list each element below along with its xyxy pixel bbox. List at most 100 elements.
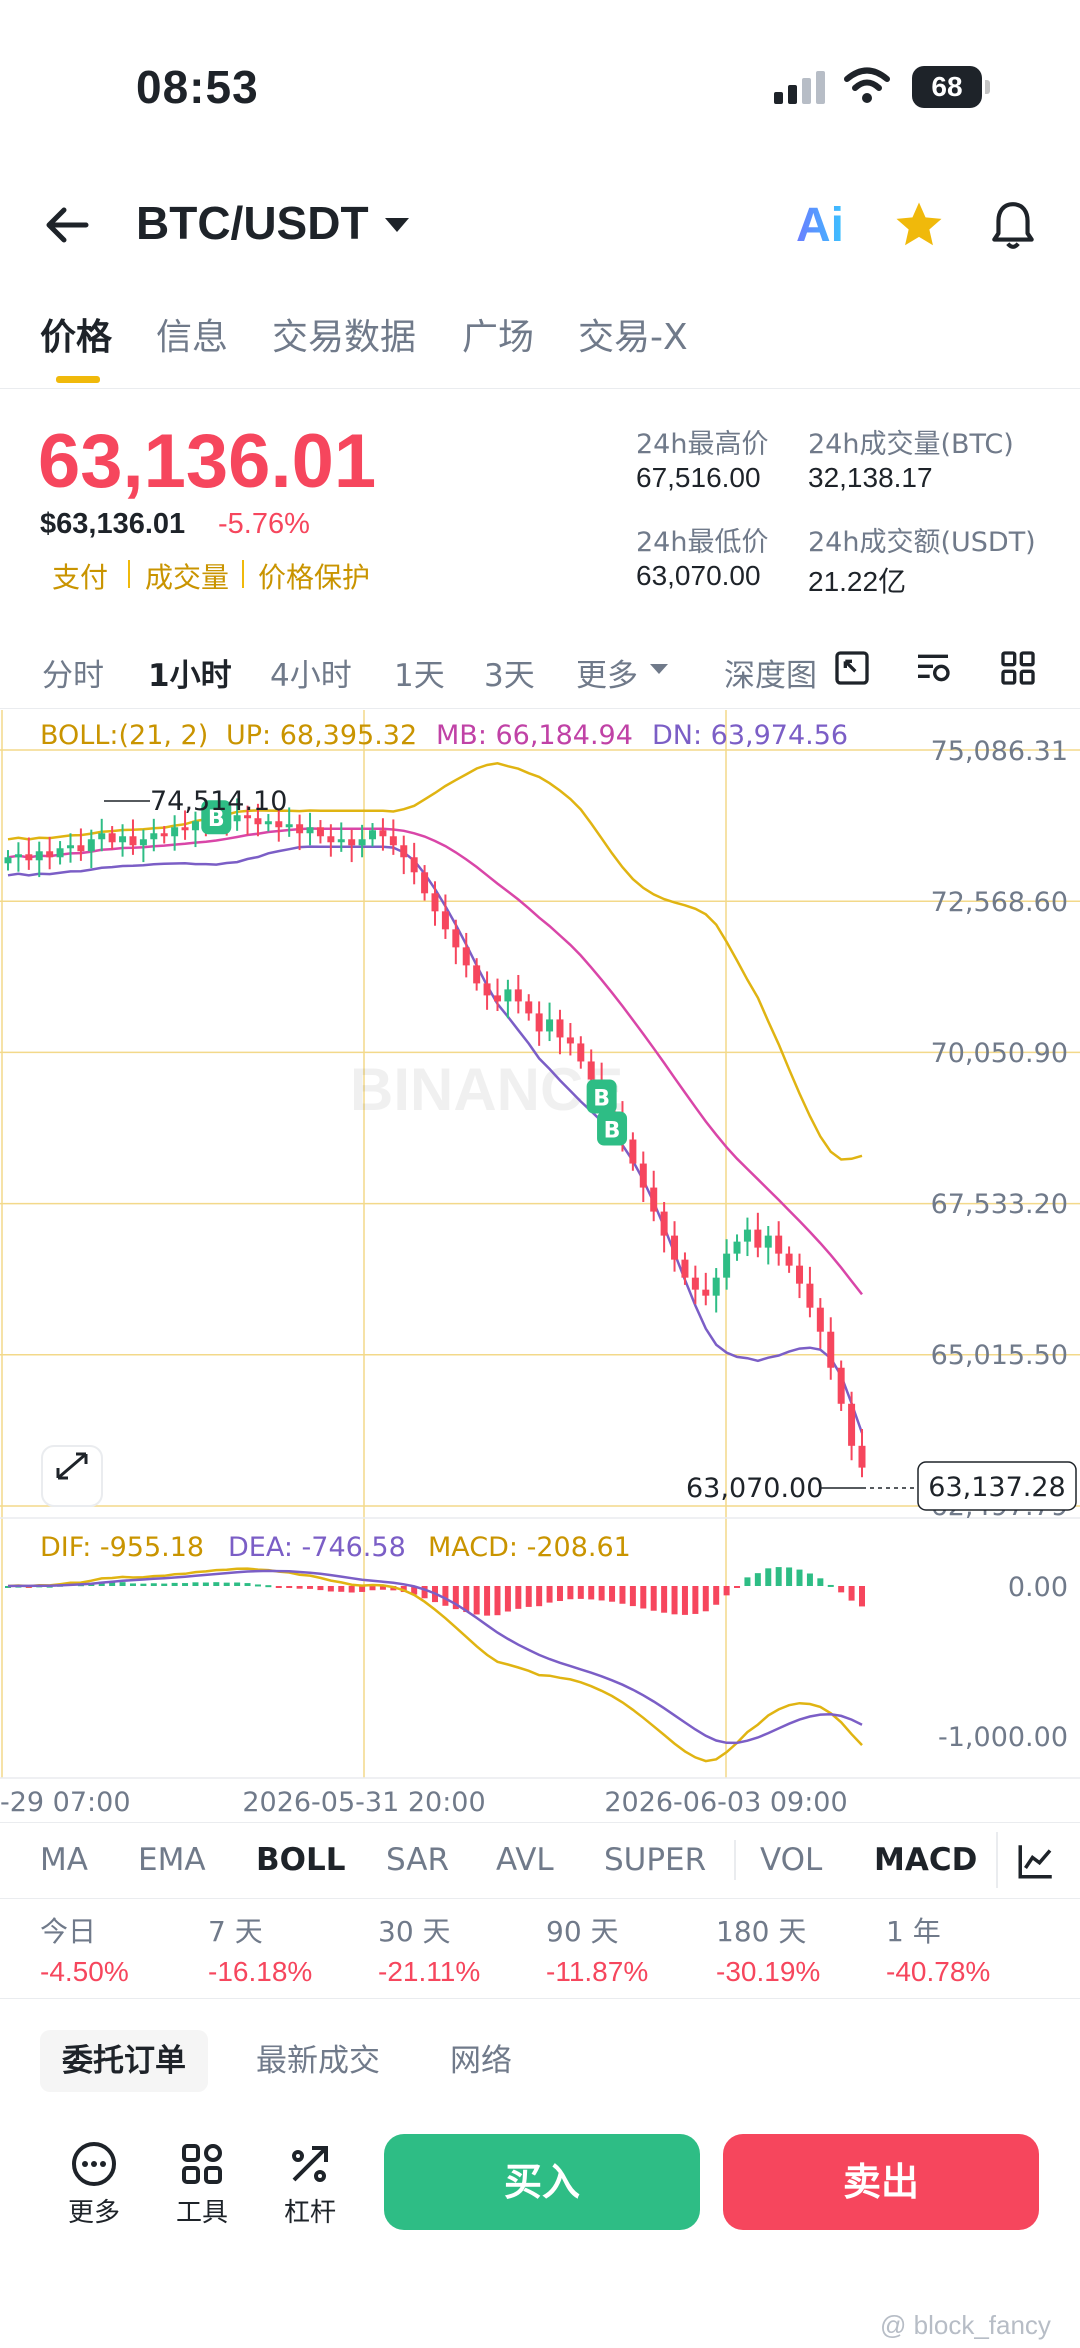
macd-bar [484, 1586, 491, 1616]
trading-pair-title[interactable]: BTC/USDT [136, 196, 369, 250]
favorite-star-icon[interactable] [892, 198, 946, 252]
perf-value-1y: -40.78% [886, 1956, 991, 1987]
candle [98, 833, 106, 840]
candle [337, 839, 345, 843]
perf-label-1y: 1 年 [886, 1915, 941, 1948]
pair-dropdown-icon[interactable] [385, 218, 409, 232]
candle [254, 818, 262, 825]
candle [712, 1277, 720, 1296]
tab-trading-data[interactable]: 交易数据 [272, 308, 416, 360]
chart-settings-icon[interactable] [912, 648, 954, 688]
tag-payment[interactable]: 支付 [52, 556, 108, 596]
macd-bar [859, 1586, 865, 1607]
candle [441, 911, 449, 930]
candle [46, 851, 54, 858]
buy-button[interactable]: 买入 [384, 2134, 700, 2230]
timeframe-line[interactable]: 分时 [42, 650, 104, 695]
more-dropdown-icon[interactable] [650, 664, 668, 674]
perf-label-180d: 180 天 [716, 1915, 807, 1948]
tab-active-indicator [56, 376, 100, 383]
tab-latest-trades[interactable]: 最新成交 [234, 2030, 402, 2092]
candle [431, 893, 439, 912]
fullscreen-chart-icon[interactable] [832, 648, 872, 688]
ai-assistant-icon[interactable]: Ai [796, 198, 844, 253]
leverage-label[interactable]: 杠杆 [265, 2192, 355, 2229]
candle [285, 824, 293, 828]
notification-bell-icon[interactable] [988, 198, 1038, 252]
price-chart[interactable]: BINANCE BBB BOLL:(21, 2) UP: 68,395.32 M… [0, 710, 1080, 1820]
indicator-ma[interactable]: MA [40, 1842, 88, 1878]
timeframe-1d[interactable]: 1天 [394, 650, 445, 695]
tab-price[interactable]: 价格 [40, 308, 112, 360]
candle [66, 845, 74, 849]
macd-bar [702, 1586, 709, 1612]
tag-price-protection[interactable]: 价格保护 [258, 556, 370, 596]
last-price: 63,136.01 [38, 419, 377, 504]
candle [25, 854, 33, 861]
indicator-boll[interactable]: BOLL [256, 1842, 346, 1878]
more-label[interactable]: 更多 [49, 2192, 139, 2229]
tools-icon[interactable] [178, 2140, 226, 2188]
tab-square[interactable]: 广场 [462, 308, 534, 360]
candle [306, 827, 314, 834]
stat-volume-btc-value: 32,138.17 [808, 462, 933, 493]
macd-bar [275, 1586, 282, 1588]
candle [702, 1289, 710, 1296]
candle [493, 995, 501, 1002]
y-tick: 67,533.20 [931, 1189, 1068, 1220]
macd-y-tick: -1,000.00 [938, 1722, 1068, 1753]
tab-trade-x[interactable]: 交易-X [578, 308, 688, 360]
perf-bottom-divider [0, 1998, 1080, 1999]
macd-dea: DEA: -746.58 [228, 1532, 406, 1563]
boll-label: BOLL:(21, 2) [40, 720, 208, 751]
indicator-ema[interactable]: EMA [138, 1842, 206, 1878]
macd-bar [202, 1582, 209, 1586]
indicator-super[interactable]: SUPER [604, 1842, 706, 1878]
layout-grid-icon[interactable] [998, 648, 1038, 688]
macd-bar [338, 1586, 345, 1592]
indicator-macd[interactable]: MACD [874, 1842, 977, 1878]
macd-bar [806, 1573, 813, 1586]
macd-bar [681, 1586, 688, 1615]
indicator-vol[interactable]: VOL [760, 1842, 822, 1878]
candle [108, 833, 116, 843]
macd-bar [598, 1586, 605, 1601]
indicator-avl[interactable]: AVL [496, 1842, 554, 1878]
tab-open-orders[interactable]: 委托订单 [40, 2030, 208, 2092]
perf-label-today: 今日 [40, 1915, 97, 1948]
candle [379, 830, 387, 837]
macd-bar [140, 1583, 147, 1586]
candle [77, 845, 85, 852]
back-arrow-icon[interactable] [42, 200, 92, 250]
more-icon[interactable] [70, 2140, 118, 2188]
high-marker: 74,514.10 [150, 786, 287, 817]
candle [56, 848, 64, 858]
indicator-sar[interactable]: SAR [386, 1842, 449, 1878]
candle [504, 989, 512, 1002]
tab-network[interactable]: 网络 [428, 2030, 534, 2092]
boll-up: UP: 68,395.32 [226, 720, 417, 751]
macd-bar [161, 1583, 168, 1586]
timeframe-depth[interactable]: 深度图 [724, 650, 824, 695]
tools-label[interactable]: 工具 [157, 2192, 247, 2229]
macd-bar [327, 1586, 334, 1592]
tab-info[interactable]: 信息 [156, 308, 228, 360]
indicator-divider [0, 1822, 1080, 1823]
timeframe-more[interactable]: 更多 [576, 650, 638, 695]
candle [389, 836, 397, 846]
candle [525, 1001, 533, 1014]
macd-bar [671, 1586, 678, 1615]
timeframe-4h[interactable]: 4小时 [270, 650, 352, 695]
leverage-icon[interactable] [286, 2140, 334, 2188]
candle [566, 1037, 574, 1044]
timeframe-3d[interactable]: 3天 [484, 650, 535, 695]
timeframe-1h[interactable]: 1小时 [148, 650, 232, 695]
indicator-separator [734, 1840, 736, 1880]
candle [848, 1403, 856, 1446]
macd-bar [192, 1582, 199, 1586]
y-tick: 72,568.60 [931, 887, 1068, 918]
indicator-settings-icon[interactable] [1014, 1840, 1058, 1882]
perf-divider [0, 1898, 1080, 1899]
tag-volume[interactable]: 成交量 [145, 556, 229, 596]
sell-button[interactable]: 卖出 [723, 2134, 1039, 2230]
